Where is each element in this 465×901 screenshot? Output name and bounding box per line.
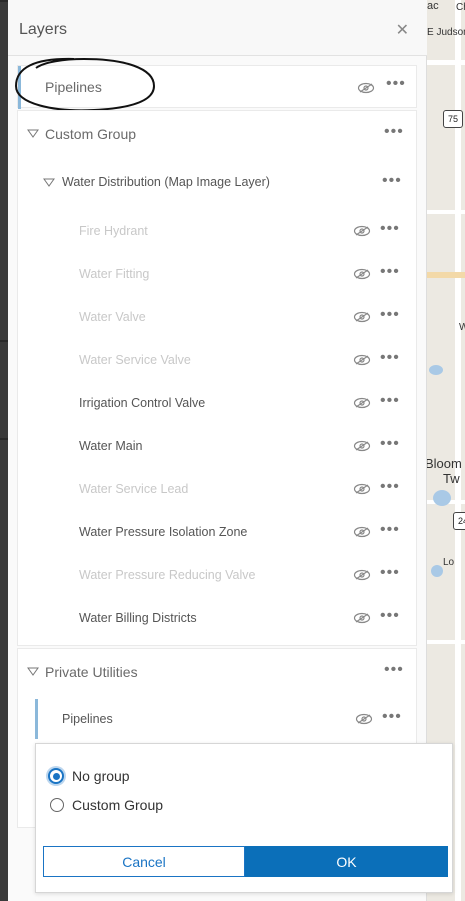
ok-button[interactable]: OK	[245, 846, 448, 877]
eye-icon[interactable]	[353, 225, 371, 237]
eye-icon[interactable]	[355, 713, 373, 725]
sublayer-label: Fire Hydrant	[79, 224, 148, 238]
group-card-custom: Custom Group ••• Water Distribution (Map…	[17, 110, 417, 646]
layer-label: Pipelines	[45, 79, 102, 95]
eye-icon[interactable]	[353, 311, 371, 323]
caret-down-icon[interactable]	[43, 178, 55, 188]
map-label: Bloom	[427, 456, 462, 471]
sublayer-row[interactable]: Fire Hydrant •••	[18, 209, 416, 252]
radio-button[interactable]	[48, 768, 64, 784]
more-options-icon[interactable]: •••	[386, 76, 406, 92]
sublayer-label: Water Pressure Isolation Zone	[79, 525, 248, 539]
eye-icon[interactable]	[353, 397, 371, 409]
panel-title: Layers	[19, 21, 68, 38]
sublayer-label: Water Billing Districts	[79, 611, 197, 625]
more-options-icon[interactable]: •••	[380, 479, 400, 495]
sublayer-label: Water Pressure Reducing Valve	[79, 568, 256, 582]
sublayer-label: Water Fitting	[79, 267, 150, 281]
radio-no-group[interactable]: No group	[48, 768, 130, 784]
close-icon[interactable]: ✕	[396, 20, 409, 40]
more-options-icon[interactable]: •••	[380, 307, 400, 323]
map-label: Ch	[456, 2, 465, 13]
caret-down-icon[interactable]	[27, 667, 39, 677]
more-options-icon[interactable]: •••	[380, 522, 400, 538]
more-options-icon[interactable]: •••	[380, 350, 400, 366]
eye-icon[interactable]	[357, 82, 375, 94]
sublayer-group-header[interactable]: Water Distribution (Map Image Layer) •••	[18, 160, 416, 203]
sublayer-row[interactable]: Water Service Lead •••	[18, 467, 416, 510]
group-label: Private Utilities	[45, 664, 138, 680]
more-options-icon[interactable]: •••	[384, 124, 404, 140]
group-label: Custom Group	[45, 126, 137, 142]
more-options-icon[interactable]: •••	[380, 608, 400, 624]
radio-button[interactable]	[50, 798, 64, 812]
sublayer-row[interactable]: Water Valve •••	[18, 295, 416, 338]
sublayer-label: Water Main	[79, 439, 143, 453]
map-label: E Judson	[427, 27, 465, 38]
eye-icon[interactable]	[353, 354, 371, 366]
more-options-icon[interactable]: •••	[380, 436, 400, 452]
radio-label: No group	[72, 768, 130, 784]
sublayer-label: Irrigation Control Valve	[79, 396, 206, 410]
highway-shield-icon: 24	[453, 512, 465, 530]
layer-label: Pipelines	[62, 712, 113, 726]
map-label: ac	[427, 0, 439, 12]
cancel-button[interactable]: Cancel	[43, 846, 245, 877]
group-header[interactable]: Private Utilities •••	[18, 649, 416, 692]
eye-icon[interactable]	[353, 483, 371, 495]
more-options-icon[interactable]: •••	[382, 173, 402, 189]
more-options-icon[interactable]: •••	[380, 565, 400, 581]
more-options-icon[interactable]: •••	[380, 221, 400, 237]
sublayer-label: Water Service Lead	[79, 482, 189, 496]
more-options-icon[interactable]: •••	[380, 264, 400, 280]
sublayer-row[interactable]: Water Pressure Isolation Zone •••	[18, 510, 416, 553]
eye-icon[interactable]	[353, 440, 371, 452]
sublayer-label: Water Valve	[79, 310, 146, 324]
sublayer-row[interactable]: Irrigation Control Valve •••	[18, 381, 416, 424]
eye-icon[interactable]	[353, 569, 371, 581]
sublayer-row[interactable]: Water Service Valve •••	[18, 338, 416, 381]
more-options-icon[interactable]: •••	[384, 662, 404, 678]
sublayer-row[interactable]: Water Fitting •••	[18, 252, 416, 295]
sublayer-label: Water Service Valve	[79, 353, 191, 367]
sublayer-group-label: Water Distribution (Map Image Layer)	[62, 175, 270, 189]
map-label: Lo	[443, 557, 455, 568]
layer-row-private-pipelines[interactable]: Pipelines •••	[18, 699, 416, 742]
radio-custom-group[interactable]: Custom Group	[48, 797, 163, 813]
caret-down-icon[interactable]	[27, 129, 39, 139]
eye-icon[interactable]	[353, 526, 371, 538]
sublayer-row[interactable]: Water Pressure Reducing Valve •••	[18, 553, 416, 596]
map-label: Tw	[443, 471, 460, 486]
map-label: W	[459, 322, 465, 333]
sublayer-row[interactable]: Water Billing Districts •••	[18, 596, 416, 639]
left-app-strip	[0, 0, 8, 901]
more-options-icon[interactable]: •••	[380, 393, 400, 409]
layer-card-pipelines[interactable]: Pipelines •••	[17, 65, 417, 109]
eye-icon[interactable]	[353, 268, 371, 280]
more-options-icon[interactable]: •••	[382, 709, 402, 725]
move-to-group-dialog: No group Custom Group Cancel OK	[35, 743, 453, 893]
panel-header: Layers ✕	[8, 0, 427, 56]
group-header[interactable]: Custom Group •••	[18, 111, 416, 154]
highway-shield-icon: 75	[443, 110, 463, 128]
radio-label: Custom Group	[72, 797, 164, 813]
sublayer-row[interactable]: Water Main •••	[18, 424, 416, 467]
eye-icon[interactable]	[353, 612, 371, 624]
